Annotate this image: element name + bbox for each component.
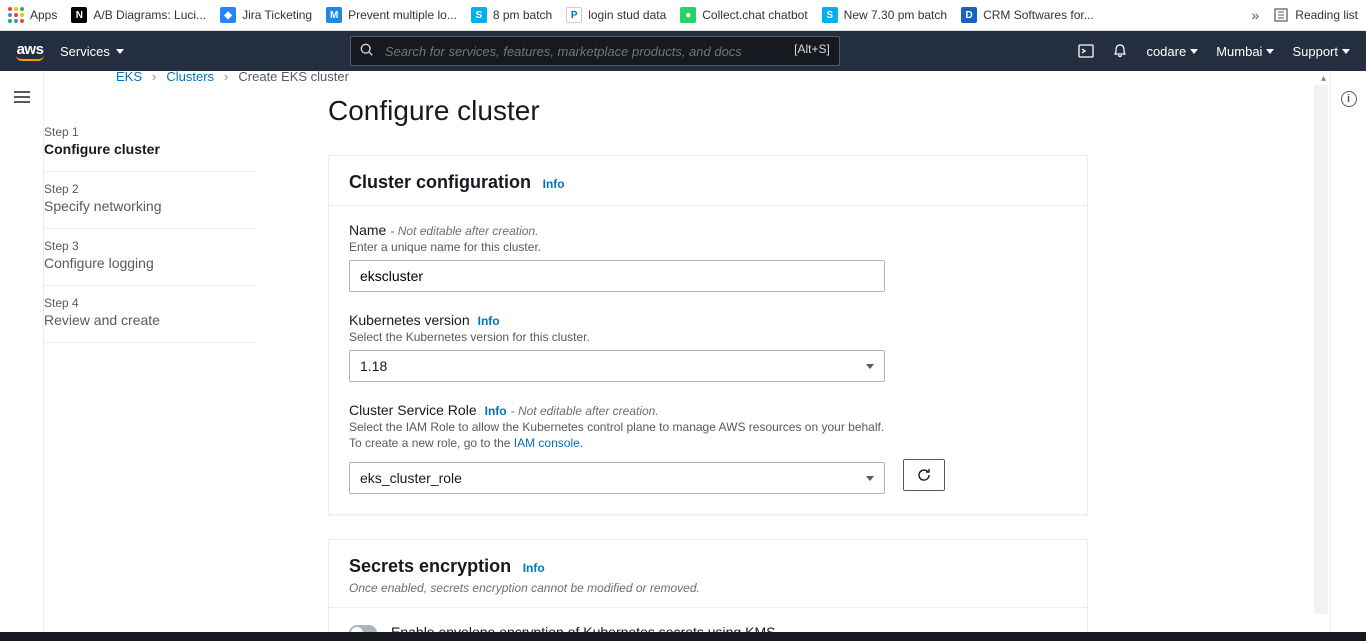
sidebar-toggle[interactable] bbox=[14, 91, 30, 103]
bookmark-item[interactable]: ●Collect.chat chatbot bbox=[680, 7, 807, 23]
apps-label: Apps bbox=[30, 8, 57, 22]
panel-heading: Secrets encryption bbox=[349, 556, 511, 576]
field-kubernetes-version: Kubernetes version Info Select the Kuber… bbox=[349, 312, 1067, 382]
chevron-down-icon bbox=[866, 364, 874, 369]
bell-icon bbox=[1112, 43, 1128, 59]
iam-console-link[interactable]: IAM console bbox=[514, 436, 580, 450]
notifications-button[interactable] bbox=[1112, 43, 1128, 59]
favicon-icon: P bbox=[566, 7, 582, 23]
info-link[interactable]: Info bbox=[485, 404, 507, 418]
scroll-up-icon: ▴ bbox=[1321, 73, 1326, 84]
toggle-label: Enable envelope encryption of Kubernetes… bbox=[391, 624, 922, 632]
info-link[interactable]: Info bbox=[523, 561, 545, 575]
field-cluster-service-role: Cluster Service Role Info - Not editable… bbox=[349, 402, 1067, 494]
favicon-icon: ● bbox=[680, 7, 696, 23]
select-value: eks_cluster_role bbox=[360, 470, 462, 486]
field-label: Kubernetes version bbox=[349, 312, 470, 328]
field-description: Select the IAM Role to allow the Kuberne… bbox=[349, 420, 1067, 434]
field-note: - Not editable after creation. bbox=[390, 224, 538, 238]
reading-list-icon bbox=[1273, 7, 1289, 23]
field-label: Cluster Service Role bbox=[349, 402, 477, 418]
chevron-down-icon bbox=[1190, 49, 1198, 54]
breadcrumb-current: Create EKS cluster bbox=[238, 71, 349, 84]
field-description: Select the Kubernetes version for this c… bbox=[349, 330, 1067, 344]
chevron-down-icon bbox=[1342, 49, 1350, 54]
favicon-icon: N bbox=[71, 7, 87, 23]
bookmark-item[interactable]: ◆Jira Ticketing bbox=[220, 7, 312, 23]
right-rail: i bbox=[1330, 71, 1366, 632]
footer-bar bbox=[0, 632, 1366, 641]
search-shortcut-hint: [Alt+S] bbox=[794, 42, 830, 56]
apps-grid-icon bbox=[8, 7, 24, 23]
cluster-configuration-panel: Cluster configuration Info Name - Not ed… bbox=[328, 155, 1088, 515]
bookmark-item[interactable]: SNew 7.30 pm batch bbox=[822, 7, 947, 23]
main-form: Configure cluster Cluster configuration … bbox=[256, 71, 1330, 632]
help-panel-toggle[interactable]: i bbox=[1341, 91, 1357, 107]
aws-logo[interactable]: aws bbox=[16, 42, 44, 61]
favicon-icon: D bbox=[961, 7, 977, 23]
field-label: Name bbox=[349, 222, 386, 238]
info-link[interactable]: Info bbox=[543, 177, 565, 191]
kubernetes-version-select[interactable]: 1.18 bbox=[349, 350, 885, 382]
step-configure-cluster[interactable]: Step 1 Configure cluster bbox=[44, 115, 256, 172]
breadcrumb-link[interactable]: Clusters bbox=[166, 71, 214, 84]
step-configure-logging[interactable]: Step 3 Configure logging bbox=[44, 229, 256, 286]
cluster-role-select[interactable]: eks_cluster_role bbox=[349, 462, 885, 494]
cluster-name-input[interactable] bbox=[349, 260, 885, 292]
panel-heading: Cluster configuration bbox=[349, 172, 531, 192]
scrollbar-track[interactable] bbox=[1314, 85, 1328, 614]
field-cluster-name: Name - Not editable after creation. Ente… bbox=[349, 222, 1067, 292]
secrets-encryption-toggle[interactable] bbox=[349, 625, 377, 632]
refresh-icon bbox=[916, 467, 932, 483]
bookmark-overflow[interactable]: » bbox=[1252, 7, 1260, 23]
info-link[interactable]: Info bbox=[478, 314, 500, 328]
refresh-roles-button[interactable] bbox=[903, 459, 945, 491]
field-description: Enter a unique name for this cluster. bbox=[349, 240, 1067, 254]
chevron-right-icon: › bbox=[152, 71, 156, 84]
content-area: EKS › Clusters › Create EKS cluster Step… bbox=[44, 71, 1330, 632]
search-input[interactable] bbox=[350, 36, 840, 66]
reading-list-button[interactable]: Reading list bbox=[1273, 7, 1358, 23]
apps-button[interactable]: Apps bbox=[8, 7, 57, 23]
search-icon bbox=[360, 43, 374, 57]
account-menu[interactable]: codare bbox=[1146, 44, 1198, 59]
favicon-icon: S bbox=[822, 7, 838, 23]
global-search: [Alt+S] bbox=[350, 36, 840, 66]
chevron-down-icon bbox=[1266, 49, 1274, 54]
bookmark-item[interactable]: Plogin stud data bbox=[566, 7, 666, 23]
cloudshell-icon bbox=[1078, 43, 1094, 59]
secrets-encryption-panel: Secrets encryption Info Once enabled, se… bbox=[328, 539, 1088, 632]
favicon-icon: M bbox=[326, 7, 342, 23]
step-review-create[interactable]: Step 4 Review and create bbox=[44, 286, 256, 343]
field-note: - Not editable after creation. bbox=[511, 404, 659, 418]
chevron-down-icon bbox=[116, 49, 124, 54]
bookmark-item[interactable]: MPrevent multiple lo... bbox=[326, 7, 457, 23]
services-menu[interactable]: Services bbox=[60, 44, 124, 59]
wizard-steps: Step 1 Configure cluster Step 2 Specify … bbox=[44, 71, 256, 632]
bookmark-item[interactable]: NA/B Diagrams: Luci... bbox=[71, 7, 206, 23]
step-specify-networking[interactable]: Step 2 Specify networking bbox=[44, 172, 256, 229]
breadcrumb: EKS › Clusters › Create EKS cluster bbox=[116, 71, 349, 84]
panel-subheading: Once enabled, secrets encryption cannot … bbox=[349, 581, 1067, 595]
chevron-down-icon bbox=[866, 476, 874, 481]
support-menu[interactable]: Support bbox=[1292, 44, 1350, 59]
field-description: To create a new role, go to the IAM cons… bbox=[349, 436, 1067, 450]
cloudshell-button[interactable] bbox=[1078, 43, 1094, 59]
chevron-right-icon: › bbox=[224, 71, 228, 84]
breadcrumb-link[interactable]: EKS bbox=[116, 71, 142, 84]
aws-top-nav: aws Services [Alt+S] codare Mumbai Suppo… bbox=[0, 31, 1366, 71]
region-menu[interactable]: Mumbai bbox=[1216, 44, 1274, 59]
select-value: 1.18 bbox=[360, 358, 387, 374]
browser-bookmarks-bar: Apps NA/B Diagrams: Luci... ◆Jira Ticket… bbox=[0, 0, 1366, 31]
bookmark-item[interactable]: S8 pm batch bbox=[471, 7, 552, 23]
left-rail bbox=[0, 71, 44, 632]
bookmark-item[interactable]: DCRM Softwares for... bbox=[961, 7, 1094, 23]
favicon-icon: ◆ bbox=[220, 7, 236, 23]
favicon-icon: S bbox=[471, 7, 487, 23]
page-title: Configure cluster bbox=[328, 95, 1330, 127]
